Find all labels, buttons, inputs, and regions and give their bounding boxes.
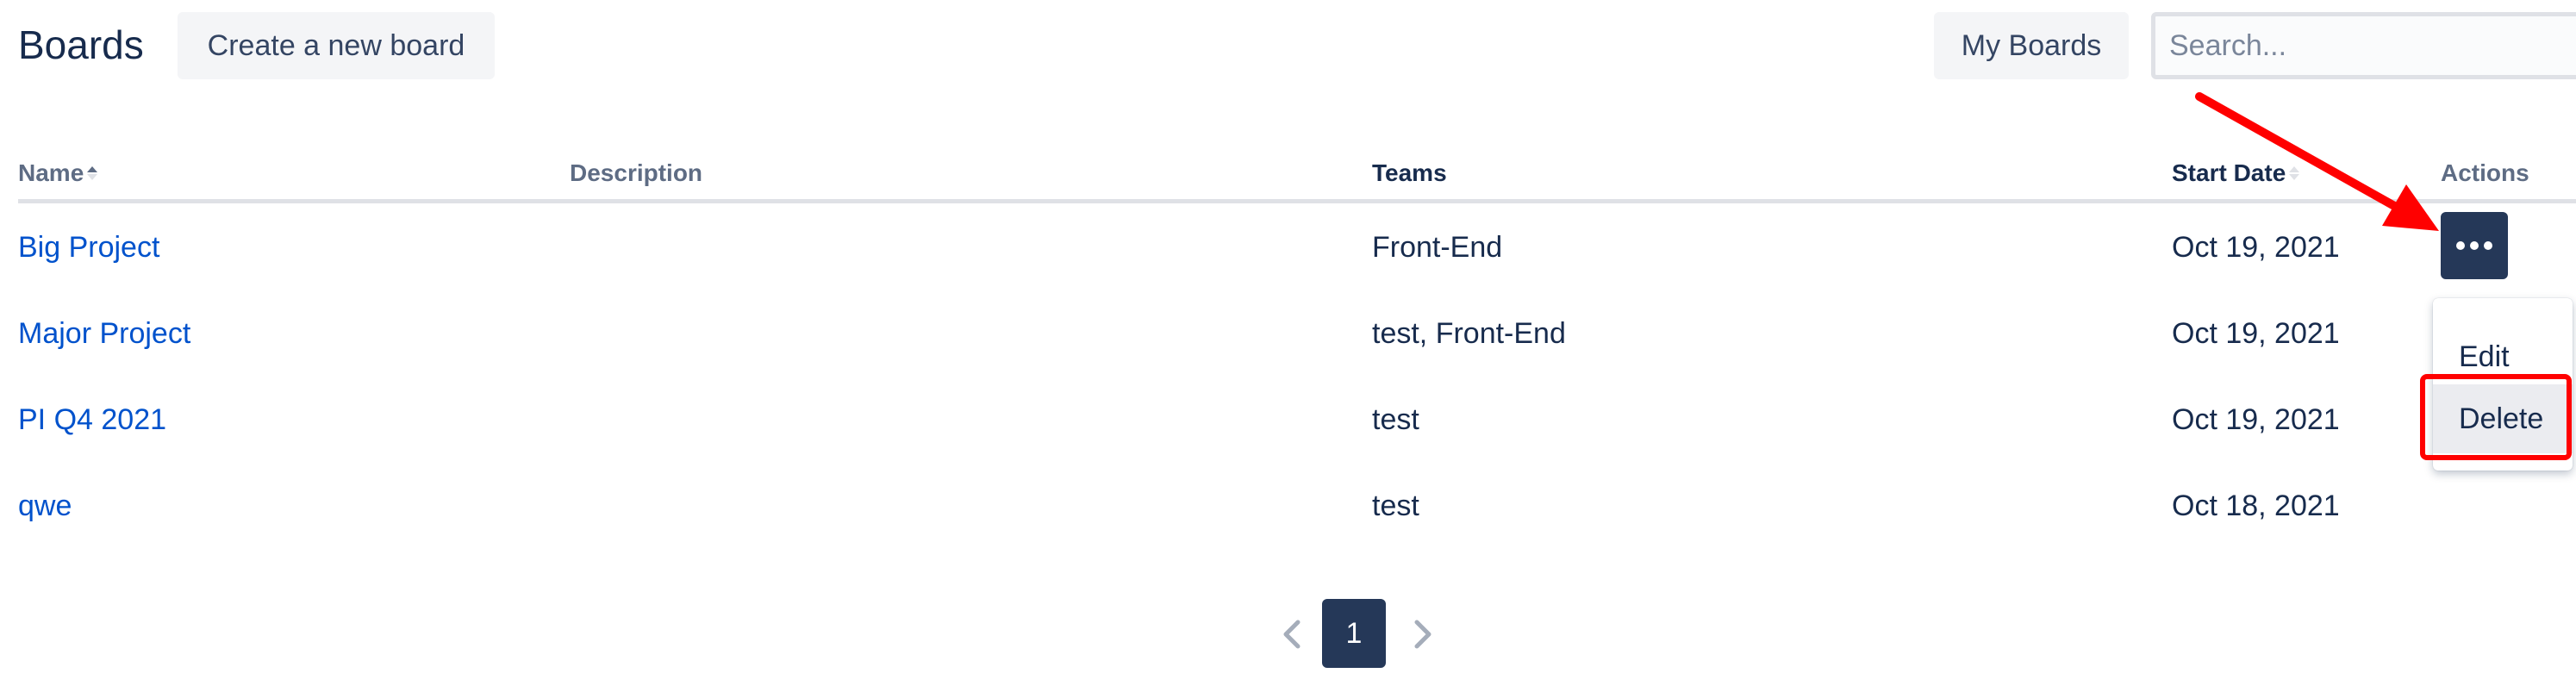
column-header-description: Description: [570, 158, 702, 189]
chevron-right-icon: [1414, 620, 1431, 649]
more-actions-button[interactable]: [2441, 212, 2508, 279]
board-name-link[interactable]: Big Project: [18, 228, 159, 266]
pagination-next-button[interactable]: [1405, 614, 1439, 655]
header-divider: [18, 199, 2576, 203]
column-header-label: Start Date: [2172, 159, 2286, 186]
column-header-teams: Teams: [1372, 158, 1447, 189]
more-horizontal-icon: [2470, 241, 2479, 250]
board-start-date: Oct 18, 2021: [2172, 489, 2340, 522]
board-teams: test: [1372, 489, 1419, 522]
board-name-link[interactable]: Major Project: [18, 315, 190, 352]
column-header-name[interactable]: Name: [18, 158, 98, 189]
create-board-button[interactable]: Create a new board: [178, 12, 495, 79]
annotation-arrow-shaft: [2195, 92, 2400, 211]
annotation-arrow-head: [2382, 184, 2439, 231]
pagination-prev-button[interactable]: [1276, 614, 1310, 655]
column-header-label: Description: [570, 159, 703, 186]
my-boards-button[interactable]: My Boards: [1934, 12, 2129, 79]
board-teams: test, Front-End: [1372, 317, 1566, 350]
more-horizontal-icon: [2484, 241, 2492, 250]
annotation-highlight-box: [2420, 374, 2572, 460]
sort-icon: [87, 166, 98, 180]
board-start-date: Oct 19, 2021: [2172, 403, 2340, 436]
search-input[interactable]: [2151, 12, 2576, 79]
column-header-label: Name: [18, 159, 84, 186]
column-header-label: Actions: [2441, 159, 2529, 186]
board-name-link[interactable]: qwe: [18, 487, 72, 525]
board-start-date: Oct 19, 2021: [2172, 317, 2340, 350]
board-teams: test: [1372, 403, 1419, 436]
page-title: Boards: [18, 22, 144, 67]
board-start-date: Oct 19, 2021: [2172, 231, 2340, 264]
chevron-left-icon: [1283, 620, 1300, 649]
more-horizontal-icon: [2456, 241, 2465, 250]
board-name-link[interactable]: PI Q4 2021: [18, 401, 166, 439]
column-header-label: Teams: [1372, 159, 1447, 186]
pagination-page-current[interactable]: 1: [1322, 599, 1386, 668]
column-header-actions: Actions: [2441, 158, 2529, 189]
board-teams: Front-End: [1372, 231, 1503, 264]
sort-icon: [2289, 166, 2300, 180]
column-header-start-date[interactable]: Start Date: [2172, 158, 2300, 189]
